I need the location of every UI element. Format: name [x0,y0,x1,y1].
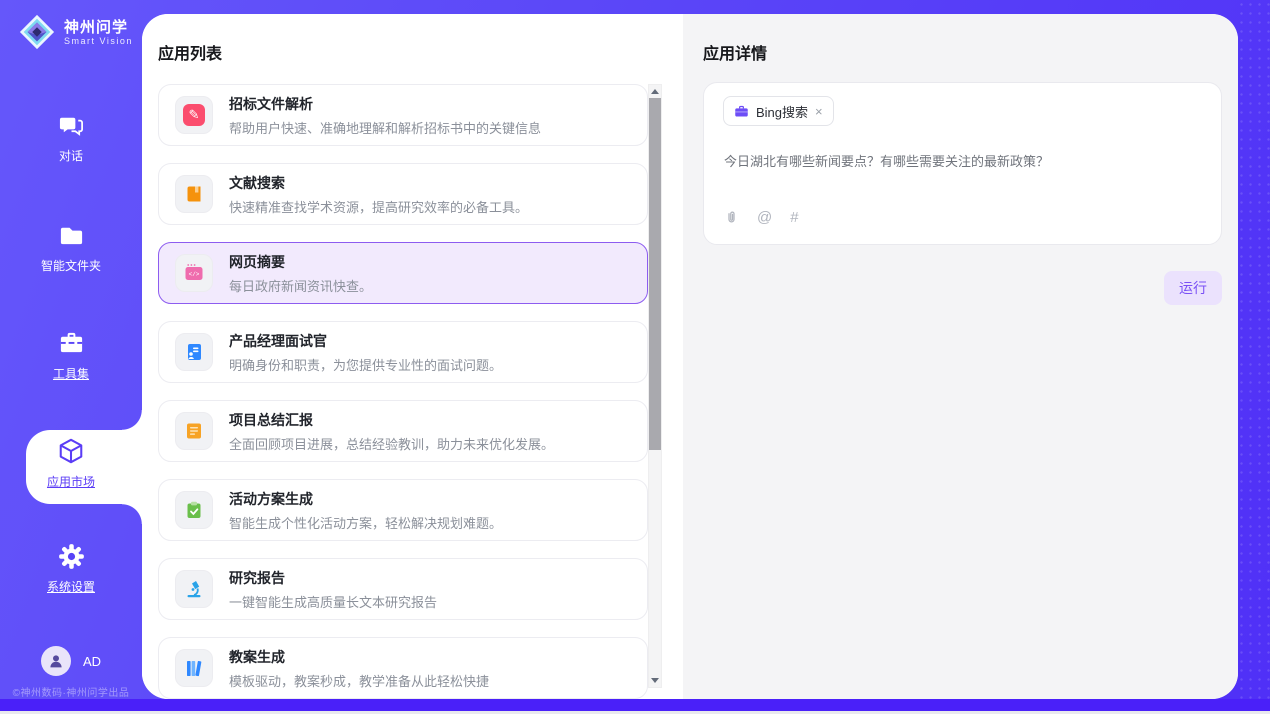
sidebar-item-label: 智能文件夹 [41,257,101,274]
sidebar: 神州问学 Smart Vision 对话 智能文件夹 工具集 应用市场 [0,0,142,699]
prompt-composer[interactable]: Bing搜索 × 今日湖北有哪些新闻要点？有哪些需要关注的最新政策？ @ # [703,82,1222,245]
app-list-panel: 应用列表 ✎ 招标文件解析 帮助用户快速、准确地理解和解析招标书中的关键信息 [142,14,683,699]
bottom-accent-strip [0,699,1270,711]
app-card-literature-search[interactable]: 文献搜索 快速精准查找学术资源，提高研究效率的必备工具。 [158,163,648,225]
tool-tag-label: Bing搜索 [756,102,808,121]
microscope-icon [175,570,213,608]
toolbox-icon [58,330,85,357]
app-card-project-summary[interactable]: 项目总结汇报 全面回顾项目进展，总结经验教训，助力未来优化发展。 [158,400,648,462]
app-name: 教案生成 [229,647,489,667]
app-card-web-summary[interactable]: </> 网页摘要 每日政府新闻资讯快查。 [158,242,648,304]
note-icon [175,412,213,450]
app-detail-title: 应用详情 [703,40,767,64]
user-account[interactable]: AD [0,646,142,676]
gear-icon [58,543,85,570]
app-desc: 每日政府新闻资讯快查。 [229,276,372,295]
clipboard-check-icon [175,491,213,529]
query-text[interactable]: 今日湖北有哪些新闻要点？有哪些需要关注的最新政策？ [724,151,1201,170]
app-desc: 帮助用户快速、准确地理解和解析招标书中的关键信息 [229,118,541,137]
folder-icon [58,222,85,249]
scroll-up-icon[interactable] [649,85,661,98]
sidebar-item-settings[interactable]: 系统设置 [0,543,142,595]
svg-text:</>: </> [189,271,200,278]
sidebar-item-app-market[interactable]: 应用市场 [0,437,142,490]
scroll-down-icon[interactable] [649,674,661,687]
app-card-lesson-plan[interactable]: 教案生成 模板驱动，教案秒成，教学准备从此轻松快捷 [158,637,648,699]
sidebar-item-label: 工具集 [53,365,89,382]
sidebar-item-chat[interactable]: 对话 [0,112,142,164]
composer-toolbar: @ # [724,209,799,226]
close-icon[interactable]: × [815,105,823,118]
sidebar-item-label: 系统设置 [47,578,95,595]
book-icon [175,175,213,213]
briefcase-icon [734,104,749,119]
tool-tag-bing-search[interactable]: Bing搜索 × [723,96,834,126]
brand-logo-icon [18,13,56,51]
brand-name: 神州问学 [64,19,133,36]
app-desc: 模板驱动，教案秒成，教学准备从此轻松快捷 [229,671,489,690]
app-detail-panel: 应用详情 Bing搜索 × 今日湖北有哪些新闻要点？有哪些需要关注的最新政策？ [683,14,1238,699]
copyright-text: ©神州数码·神州问学出品 [0,684,142,699]
chat-icon [58,112,85,139]
pen-square-icon: ✎ [175,96,213,134]
run-button[interactable]: 运行 [1164,271,1222,305]
app-desc: 智能生成个性化活动方案，轻松解决规划难题。 [229,513,502,532]
brand: 神州问学 Smart Vision [18,13,133,51]
person-icon [47,652,65,670]
dotted-background-pattern [1237,0,1270,700]
app-name: 文献搜索 [229,173,528,193]
app-name: 活动方案生成 [229,489,502,509]
user-initials: AD [83,654,101,669]
app-card-research-report[interactable]: 研究报告 一键智能生成高质量长文本研究报告 [158,558,648,620]
app-card-pm-interviewer[interactable]: 产品经理面试官 明确身份和职责，为您提供专业性的面试问题。 [158,321,648,383]
app-desc: 明确身份和职责，为您提供专业性的面试问题。 [229,355,502,374]
app-desc: 快速精准查找学术资源，提高研究效率的必备工具。 [229,197,528,216]
app-name: 网页摘要 [229,252,372,272]
interview-doc-icon [175,333,213,371]
sidebar-item-label: 应用市场 [47,473,95,490]
app-name: 产品经理面试官 [229,331,502,351]
app-desc: 全面回顾项目进展，总结经验教训，助力未来优化发展。 [229,434,554,453]
main-panel: 应用列表 ✎ 招标文件解析 帮助用户快速、准确地理解和解析招标书中的关键信息 [142,14,1238,699]
sidebar-item-toolset[interactable]: 工具集 [0,330,142,382]
app-list-title: 应用列表 [158,40,222,64]
app-list-scrollbar[interactable] [648,84,662,688]
app-card-bid-document-parse[interactable]: ✎ 招标文件解析 帮助用户快速、准确地理解和解析招标书中的关键信息 [158,84,648,146]
hashtag-icon[interactable]: # [790,209,798,226]
brand-subtitle: Smart Vision [64,36,133,46]
app-name: 招标文件解析 [229,94,541,114]
app-desc: 一键智能生成高质量长文本研究报告 [229,592,437,611]
app-name: 研究报告 [229,568,437,588]
books-icon [175,649,213,687]
browser-code-icon: </> [175,254,213,292]
app-card-event-plan[interactable]: 活动方案生成 智能生成个性化活动方案，轻松解决规划难题。 [158,479,648,541]
attachment-icon[interactable] [724,209,739,226]
mention-icon[interactable]: @ [757,209,772,226]
avatar [41,646,71,676]
app-name: 项目总结汇报 [229,410,554,430]
sidebar-item-smart-folder[interactable]: 智能文件夹 [0,222,142,274]
sidebar-item-label: 对话 [59,147,83,164]
cube-icon [57,437,85,465]
app-list: ✎ 招标文件解析 帮助用户快速、准确地理解和解析招标书中的关键信息 文献搜索 快… [158,84,648,699]
scrollbar-thumb[interactable] [649,98,661,450]
